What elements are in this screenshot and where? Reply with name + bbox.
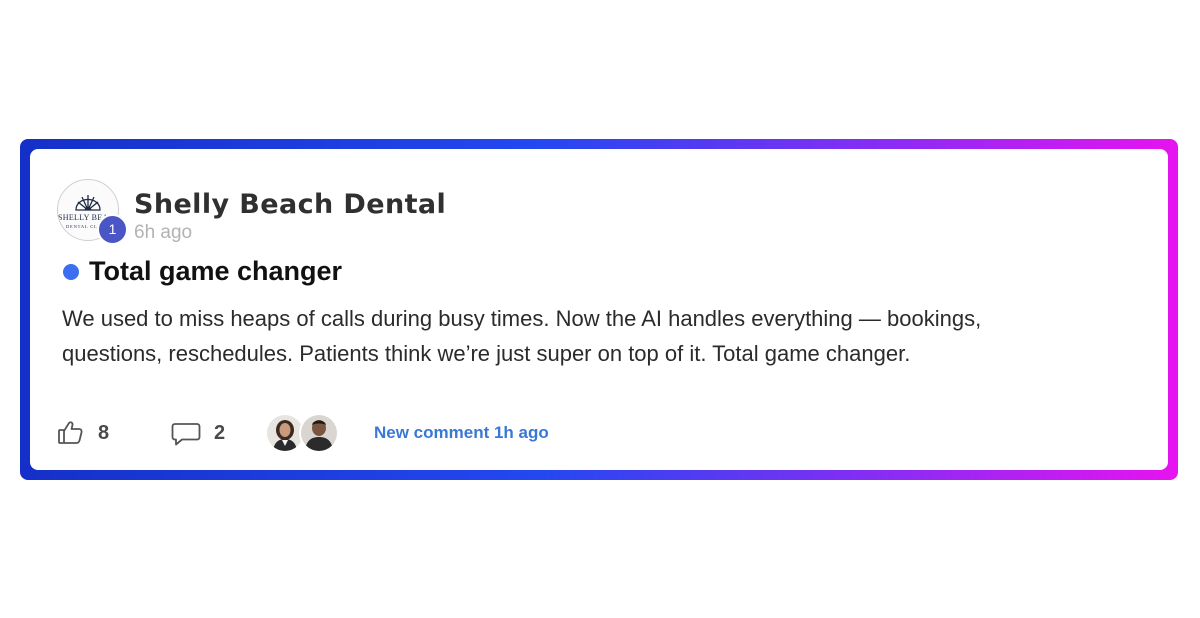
thumbs-up-icon: [58, 421, 83, 444]
post-card[interactable]: SHELLY BEACH DENTAL CLINIC 1 Shelly Beac…: [30, 149, 1168, 470]
notification-badge: 1: [97, 214, 128, 245]
post-footer: 8 2 New comment 1h ago: [56, 413, 656, 453]
author-name[interactable]: Shelly Beach Dental: [134, 189, 446, 220]
man-avatar-icon: [301, 415, 337, 451]
participant-avatars[interactable]: [265, 413, 339, 453]
post-card-frame: SHELLY BEACH DENTAL CLINIC 1 Shelly Beac…: [20, 139, 1178, 480]
post-title[interactable]: Total game changer: [89, 256, 342, 287]
comment-count: 2: [214, 421, 226, 444]
new-comment-link[interactable]: New comment 1h ago: [374, 423, 549, 443]
like-button[interactable]: 8: [56, 415, 109, 451]
like-count: 8: [98, 421, 110, 444]
comment-bubble-icon: [171, 423, 201, 446]
post-timestamp: 6h ago: [134, 222, 193, 243]
post-title-row[interactable]: Total game changer: [63, 256, 342, 287]
participant-avatar-man[interactable]: [299, 413, 339, 453]
woman-avatar-icon: [267, 415, 303, 451]
post-body: We used to miss heaps of calls during bu…: [62, 306, 982, 366]
unread-dot-icon: [63, 263, 79, 280]
author-avatar[interactable]: SHELLY BEACH DENTAL CLINIC 1: [57, 179, 128, 245]
comment-button[interactable]: 2: [170, 415, 225, 451]
